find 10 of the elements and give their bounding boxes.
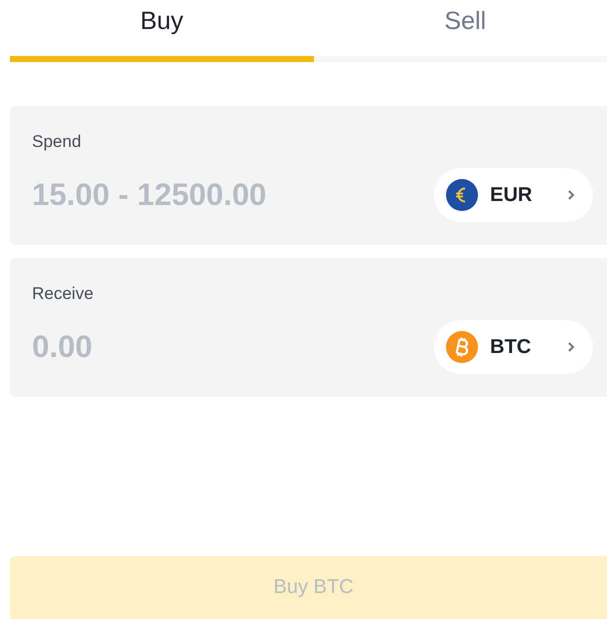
amount-field[interactable]: 15.00 - 12500.00 bbox=[32, 177, 434, 213]
tab[interactable]: Sell bbox=[314, 0, 607, 62]
chevron-icon bbox=[567, 341, 575, 353]
chevron-icon bbox=[567, 189, 575, 201]
tab[interactable]: Buy bbox=[10, 0, 314, 62]
currency-selector[interactable]: BTC bbox=[434, 320, 593, 374]
field-label: Receive bbox=[32, 284, 94, 304]
field-label: Spend bbox=[32, 132, 82, 152]
amount-field[interactable]: 0.00 bbox=[32, 329, 434, 365]
currency-selector[interactable]: EUR bbox=[434, 168, 593, 222]
